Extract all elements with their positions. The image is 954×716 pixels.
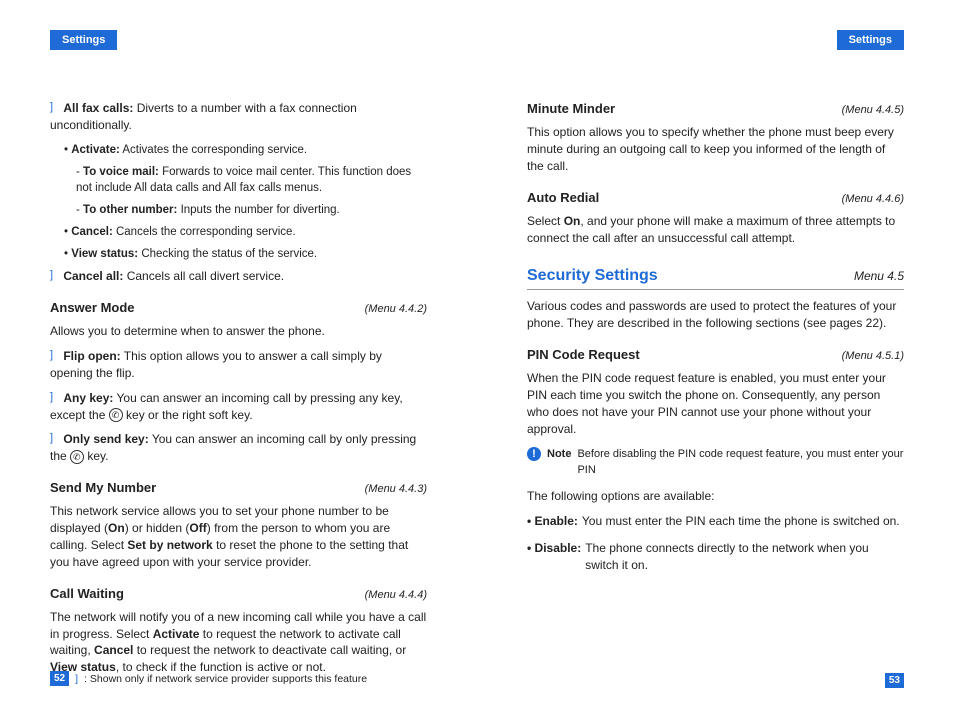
options-intro: The following options are available: <box>527 488 904 505</box>
footer-left: 52 ] : Shown only if network service pro… <box>50 671 367 686</box>
heading-send-my-number: Send My Number (Menu 4.4.3) <box>50 479 427 497</box>
item-to-other: To other number: Inputs the number for d… <box>76 202 427 218</box>
heading-auto-redial: Auto Redial (Menu 4.4.6) <box>527 189 904 207</box>
note-text: Before disabling the PIN code request fe… <box>577 447 904 478</box>
bullet-icon: ] <box>50 268 60 283</box>
heading-answer-mode: Answer Mode (Menu 4.4.2) <box>50 299 427 317</box>
item-cancel-all: ] Cancel all: Cancels all call divert se… <box>50 268 427 285</box>
pin-code-text: When the PIN code request feature is ena… <box>527 370 904 437</box>
bullet-icon: ] <box>50 348 60 363</box>
bullet-icon: ] <box>50 390 60 405</box>
header-tab-left: Settings <box>50 30 117 50</box>
option-enable: • Enable: You must enter the PIN each ti… <box>527 513 904 530</box>
bullet-icon: ] <box>50 431 60 446</box>
left-page: Settings ] All fax calls: Diverts to a n… <box>0 0 477 716</box>
page-number-left: 52 <box>50 671 69 686</box>
item-all-fax: ] All fax calls: Diverts to a number wit… <box>50 100 427 134</box>
item-view-status: View status: Checking the status of the … <box>64 246 427 262</box>
minute-minder-text: This option allows you to specify whethe… <box>527 124 904 174</box>
left-content: ] All fax calls: Diverts to a number wit… <box>50 100 427 676</box>
send-key-icon <box>70 450 84 464</box>
heading-pin-code: PIN Code Request (Menu 4.5.1) <box>527 346 904 364</box>
right-page: Settings Minute Minder (Menu 4.4.5) This… <box>477 0 954 716</box>
item-any-key: ] Any key: You can answer an incoming ca… <box>50 390 427 424</box>
answer-mode-intro: Allows you to determine when to answer t… <box>50 323 427 340</box>
right-content: Minute Minder (Menu 4.4.5) This option a… <box>527 100 904 573</box>
heading-minute-minder: Minute Minder (Menu 4.4.5) <box>527 100 904 118</box>
note-label: Note <box>547 447 571 462</box>
heading-security-settings: Security Settings Menu 4.5 <box>527 265 904 290</box>
footnote-text: : Shown only if network service provider… <box>84 673 367 685</box>
auto-redial-text: Select On, and your phone will make a ma… <box>527 213 904 247</box>
note-row: ! Note Before disabling the PIN code req… <box>527 447 904 478</box>
header-tab-right: Settings <box>837 30 904 50</box>
call-waiting-text: The network will notify you of a new inc… <box>50 609 427 676</box>
footer-right: 53 <box>885 674 904 686</box>
security-text: Various codes and passwords are used to … <box>527 298 904 332</box>
page-number-right: 53 <box>885 673 904 688</box>
heading-call-waiting: Call Waiting (Menu 4.4.4) <box>50 585 427 603</box>
item-cancel: Cancel: Cancels the corresponding servic… <box>64 224 427 240</box>
bullet-icon: ] <box>75 673 78 685</box>
item-to-vm: To voice mail: Forwards to voice mail ce… <box>76 164 427 196</box>
item-only-send: ] Only send key: You can answer an incom… <box>50 431 427 465</box>
end-key-icon <box>109 408 123 422</box>
info-icon: ! <box>527 447 541 461</box>
send-my-number-text: This network service allows you to set y… <box>50 503 427 570</box>
item-activate: Activate: Activates the corresponding se… <box>64 142 427 158</box>
pin-options: • Enable: You must enter the PIN each ti… <box>527 513 904 573</box>
bullet-icon: ] <box>50 100 60 115</box>
item-flip-open: ] Flip open: This option allows you to a… <box>50 348 427 382</box>
option-disable: • Disable: The phone connects directly t… <box>527 540 904 574</box>
